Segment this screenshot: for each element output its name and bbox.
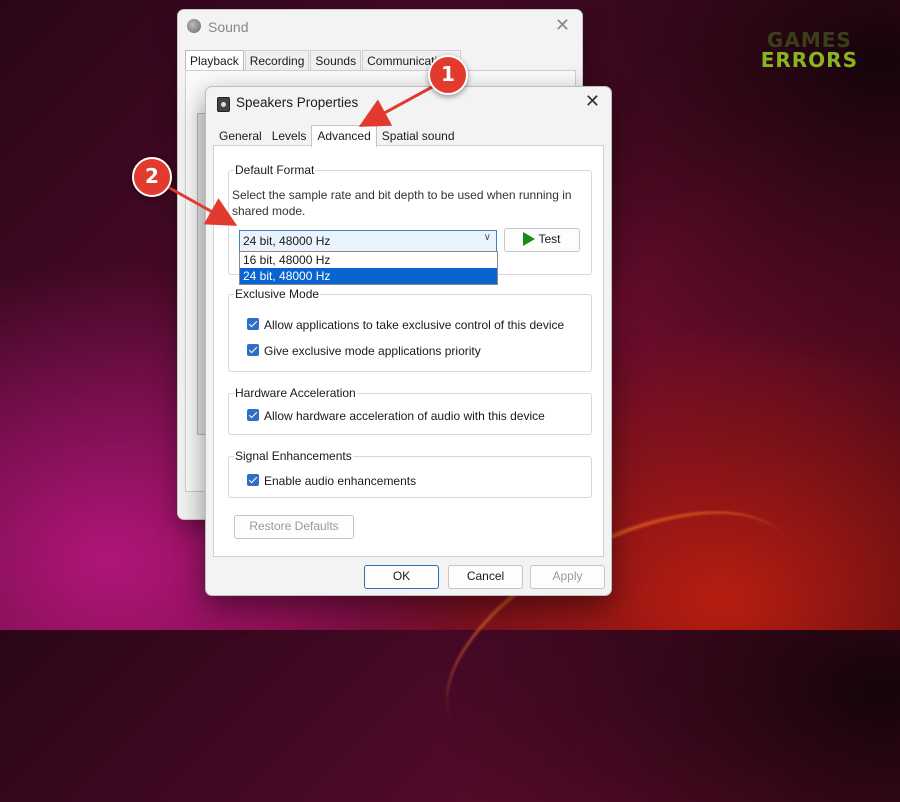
default-format-label: Default Format (234, 163, 316, 177)
checkbox-label: Enable audio enhancements (264, 474, 417, 488)
sample-rate-dropdown[interactable]: 24 bit, 48000 Hz ∨ (239, 230, 497, 252)
exclusive-mode-group (228, 294, 592, 372)
tab-levels[interactable]: Levels (267, 125, 312, 146)
signal-enhancements-label: Signal Enhancements (234, 449, 353, 463)
play-icon (523, 232, 536, 246)
logo-line-2: ERRORS (760, 48, 858, 72)
close-icon[interactable]: ✕ (585, 91, 600, 112)
sound-titlebar: Sound ✕ (178, 10, 582, 44)
tab-advanced[interactable]: Advanced (311, 125, 377, 147)
tab-sounds[interactable]: Sounds (310, 50, 362, 72)
dialog-title: Speakers Properties (236, 95, 359, 110)
tab-recording[interactable]: Recording (244, 50, 310, 72)
checkbox-label: Give exclusive mode applications priorit… (264, 344, 481, 358)
chevron-down-icon[interactable]: ∨ (484, 232, 491, 243)
step-2-marker: 2 (132, 157, 172, 197)
checkbox-checked-icon[interactable] (247, 318, 259, 330)
tab-general[interactable]: General (214, 125, 267, 146)
dropdown-selected-value: 24 bit, 48000 Hz (243, 234, 331, 248)
gameserrors-logo: GAMES ERRORS (761, 30, 858, 70)
dialog-tabs: General Levels Advanced Spatial sound (214, 125, 460, 147)
tab-playback[interactable]: Playback (185, 50, 244, 72)
checkbox-checked-icon[interactable] (247, 409, 259, 421)
apply-button[interactable]: Apply (530, 565, 605, 589)
test-button-label: Test (538, 232, 561, 246)
checkbox-label: Allow hardware acceleration of audio wit… (264, 409, 545, 423)
default-format-description: Select the sample rate and bit depth to … (232, 188, 572, 218)
ok-button[interactable]: OK (364, 565, 439, 589)
checkbox-label: Allow applications to take exclusive con… (264, 318, 565, 332)
close-icon[interactable]: ✕ (555, 15, 570, 36)
checkbox-checked-icon[interactable] (247, 474, 259, 486)
speaker-icon (187, 19, 201, 33)
speaker-icon (217, 97, 230, 112)
sound-tabs: Playback Recording Sounds Communications (185, 50, 462, 72)
step-1-marker: 1 (428, 55, 468, 95)
restore-defaults-button[interactable]: Restore Defaults (234, 515, 354, 539)
option-16bit-48000[interactable]: 16 bit, 48000 Hz (240, 252, 497, 268)
cancel-button[interactable]: Cancel (448, 565, 523, 589)
checkbox-checked-icon[interactable] (247, 344, 259, 356)
tab-spatial-sound[interactable]: Spatial sound (377, 125, 460, 146)
test-button[interactable]: Test (504, 228, 580, 252)
logo-line-1: GAMES (766, 28, 852, 52)
sample-rate-options: 16 bit, 48000 Hz 24 bit, 48000 Hz (239, 251, 498, 285)
sound-window-title: Sound (208, 19, 249, 35)
option-24bit-48000[interactable]: 24 bit, 48000 Hz (240, 268, 497, 284)
exclusive-mode-label: Exclusive Mode (234, 287, 321, 301)
speakers-properties-dialog: Speakers Properties ✕ General Levels Adv… (205, 86, 612, 596)
hardware-acceleration-label: Hardware Acceleration (234, 386, 357, 400)
